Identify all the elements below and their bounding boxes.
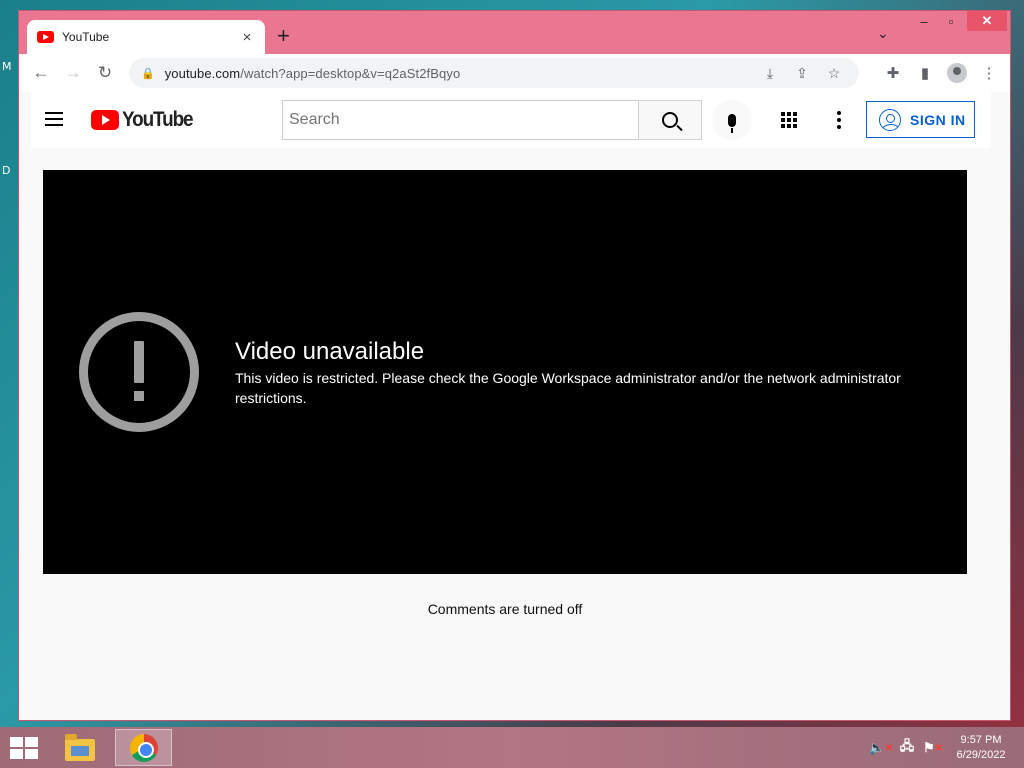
tab-youtube[interactable]: YouTube × — [27, 20, 265, 54]
clock-time: 9:57 PM — [960, 734, 1002, 746]
exclamation-circle-icon — [79, 312, 199, 432]
forward-button[interactable]: → — [57, 57, 89, 89]
clock-date: 6/29/2022 — [956, 749, 1006, 761]
system-tray: 🔈 ✕ 🖧 ⚑ ✕ — [869, 738, 943, 757]
network-icon[interactable]: 🖧 — [898, 738, 916, 757]
back-button[interactable]: ← — [25, 57, 57, 89]
video-player[interactable]: Video unavailable This video is restrict… — [43, 170, 967, 574]
page-viewport: YouTube SIGN IN Video u — [19, 92, 1010, 720]
url-host: youtube.com — [164, 65, 241, 81]
search-button[interactable] — [638, 100, 702, 140]
hamburger-menu-icon[interactable] — [45, 112, 63, 126]
tab-close-icon[interactable]: × — [239, 29, 255, 46]
browser-toolbar: ← → ↻ 🔒 youtube.com/watch?app=desktop&v=… — [19, 54, 1010, 92]
error-title: Video unavailable — [235, 338, 425, 365]
youtube-header: YouTube SIGN IN — [31, 92, 991, 148]
sign-in-label: SIGN IN — [910, 111, 966, 128]
search-icon — [662, 112, 678, 128]
tab-title: YouTube — [62, 30, 110, 44]
window-maximize-button[interactable]: ▫ — [939, 11, 963, 31]
browser-window: YouTube × + ⌄ – ▫ ✕ ← → ↻ 🔒 youtube.com/… — [18, 10, 1011, 721]
chrome-icon — [129, 733, 158, 762]
share-icon[interactable]: ⇪ — [789, 65, 815, 82]
apps-grid-icon[interactable] — [773, 104, 805, 136]
taskbar-clock[interactable]: 9:57 PM 6/29/2022 — [942, 733, 1020, 763]
window-minimize-button[interactable]: – — [912, 11, 936, 31]
search-box[interactable] — [282, 100, 639, 140]
comments-status: Comments are turned off — [427, 601, 583, 617]
profile-button[interactable] — [941, 57, 973, 89]
tab-search-chevron-icon[interactable]: ⌄ — [877, 25, 889, 42]
youtube-play-icon — [91, 110, 119, 130]
browser-menu-icon[interactable]: ⋮ — [973, 57, 1005, 89]
window-close-button[interactable]: ✕ — [967, 11, 1007, 31]
youtube-logo[interactable]: YouTube — [91, 108, 200, 132]
extensions-icon[interactable]: ✚ — [877, 57, 909, 89]
search-input[interactable] — [289, 111, 632, 129]
youtube-wordmark: YouTube — [122, 108, 194, 131]
file-explorer-taskbar-button[interactable] — [62, 731, 98, 765]
volume-muted-icon[interactable]: 🔈 ✕ — [869, 739, 894, 757]
chrome-taskbar-button[interactable] — [115, 729, 172, 766]
new-tab-button[interactable]: + — [277, 25, 290, 47]
account-circle-icon — [879, 108, 901, 131]
reload-button[interactable]: ↻ — [89, 57, 121, 89]
address-bar[interactable]: 🔒 youtube.com/watch?app=desktop&v=q2aSt2… — [129, 58, 859, 88]
windows-start-icon[interactable] — [10, 737, 38, 759]
desktop-edge-letter: D — [2, 164, 11, 177]
omnibox-actions: ⤓ ⇪ ☆ — [757, 65, 847, 82]
profile-avatar-icon — [947, 63, 967, 83]
error-message: This video is restricted. Please check t… — [235, 370, 901, 406]
sign-in-button[interactable]: SIGN IN — [866, 101, 975, 138]
microphone-icon — [728, 113, 736, 133]
folder-icon — [65, 734, 95, 761]
settings-more-icon[interactable] — [823, 104, 855, 136]
browser-right-tools: ✚ ▮ ⋮ — [877, 57, 1005, 89]
url-path: /watch?app=desktop&v=q2aSt2fBqyo — [240, 65, 461, 81]
lock-icon[interactable]: 🔒 — [141, 67, 155, 80]
youtube-favicon-icon — [37, 31, 54, 43]
url-text[interactable]: youtube.com/watch?app=desktop&v=q2aSt2fB… — [165, 66, 757, 81]
tab-strip: YouTube × + ⌄ – ▫ ✕ — [19, 11, 1010, 54]
side-panel-icon[interactable]: ▮ — [909, 57, 941, 89]
install-app-icon[interactable]: ⤓ — [757, 65, 783, 82]
action-center-flag-icon[interactable]: ⚑ ✕ — [923, 739, 943, 757]
bookmark-star-icon[interactable]: ☆ — [821, 65, 847, 82]
voice-search-button[interactable] — [712, 100, 752, 140]
desktop-edge-letter: M — [2, 60, 12, 73]
taskbar: 🔈 ✕ 🖧 ⚑ ✕ 9:57 PM 6/29/2022 — [0, 727, 1024, 768]
